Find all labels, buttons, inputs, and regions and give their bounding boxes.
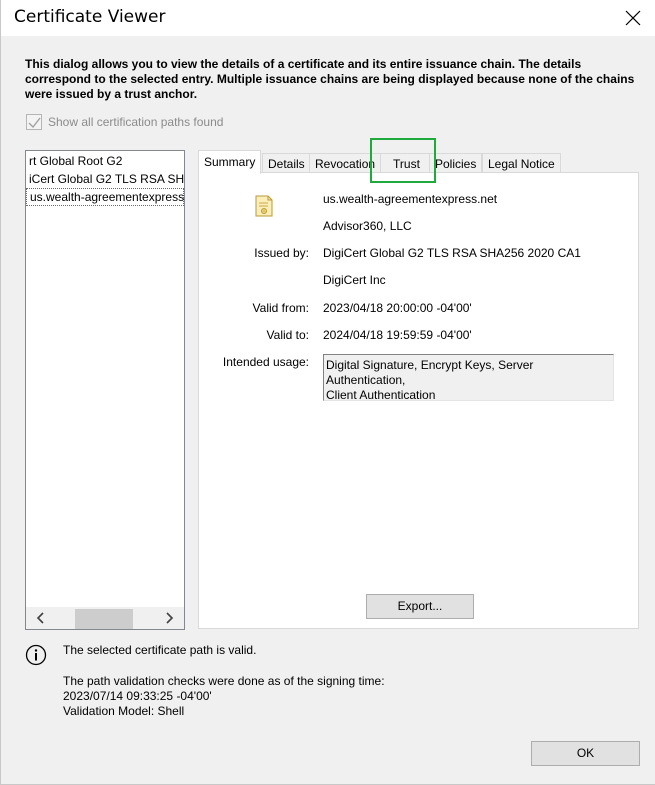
subject-organization: Advisor360, LLC xyxy=(323,219,412,233)
tree-item-intermediate[interactable]: iCert Global G2 TLS RSA SHA2 xyxy=(26,170,185,188)
show-all-paths-row: Show all certification paths found xyxy=(26,114,223,130)
validation-model: Validation Model: Shell xyxy=(63,704,185,718)
horizontal-scrollbar[interactable] xyxy=(26,607,184,629)
tab-summary[interactable]: Summary xyxy=(198,150,262,174)
tab-details[interactable]: Details xyxy=(262,153,311,173)
tab-revocation[interactable]: Revocation xyxy=(309,153,382,173)
summary-panel: us.wealth-agreementexpress.net Advisor36… xyxy=(198,172,639,629)
tree-item-label: iCert Global G2 TLS RSA SHA2 xyxy=(29,172,185,186)
valid-from-value: 2023/04/18 20:00:00 -04'00' xyxy=(323,301,472,315)
tree-item-root[interactable]: rt Global Root G2 xyxy=(26,152,122,170)
close-icon xyxy=(625,10,641,26)
info-icon xyxy=(25,644,47,666)
dialog-description: This dialog allows you to view the detai… xyxy=(25,57,635,101)
validation-line-1: The path validation checks were done as … xyxy=(63,674,385,688)
tree-item-label: rt Global Root G2 xyxy=(29,154,123,168)
usage-line-2: Client Authentication xyxy=(326,388,436,402)
valid-to-label: Valid to: xyxy=(266,328,309,342)
tree-item-leaf[interactable]: us.wealth-agreementexpress. xyxy=(26,188,184,206)
window-title: Certificate Viewer xyxy=(14,7,166,27)
certificate-viewer-dialog: Certificate Viewer This dialog allows yo… xyxy=(0,0,655,785)
show-all-paths-checkbox[interactable] xyxy=(26,114,42,130)
intended-usage-box: Digital Signature, Encrypt Keys, Server … xyxy=(323,354,614,402)
scroll-left-button[interactable] xyxy=(30,607,52,629)
valid-from-label: Valid from: xyxy=(252,301,309,315)
tab-policies[interactable]: Policies xyxy=(429,153,483,173)
path-status-message: The selected certificate path is valid. xyxy=(63,643,257,657)
export-button[interactable]: Export... xyxy=(366,594,474,619)
title-bar: Certificate Viewer xyxy=(1,0,655,36)
valid-to-value: 2024/04/18 19:59:59 -04'00' xyxy=(323,328,472,342)
tree-item-label: us.wealth-agreementexpress. xyxy=(30,190,185,204)
checkmark-icon xyxy=(28,117,41,128)
intended-usage-label: Intended usage: xyxy=(222,355,309,369)
ok-button[interactable]: OK xyxy=(531,741,640,766)
show-all-paths-label: Show all certification paths found xyxy=(48,115,224,129)
issued-by-label: Issued by: xyxy=(254,246,309,260)
certificate-icon xyxy=(255,195,273,217)
subject-name: us.wealth-agreementexpress.net xyxy=(323,192,498,206)
tab-legal-notice[interactable]: Legal Notice xyxy=(482,153,561,173)
tab-trust[interactable]: Trust xyxy=(380,153,433,173)
chevron-right-icon xyxy=(166,612,174,624)
issuer-name: DigiCert Global G2 TLS RSA SHA256 2020 C… xyxy=(323,246,581,260)
chevron-left-icon xyxy=(36,612,44,624)
usage-line-1: Digital Signature, Encrypt Keys, Server … xyxy=(326,358,534,387)
validation-details: The path validation checks were done as … xyxy=(63,674,385,719)
validation-time: 2023/07/14 09:33:25 -04'00' xyxy=(63,689,212,703)
scroll-right-button[interactable] xyxy=(158,607,180,629)
certificate-chain-tree[interactable]: rt Global Root G2 iCert Global G2 TLS RS… xyxy=(25,150,185,630)
close-button[interactable] xyxy=(610,0,655,36)
scroll-thumb[interactable] xyxy=(75,609,133,629)
issuer-organization: DigiCert Inc xyxy=(323,273,386,287)
